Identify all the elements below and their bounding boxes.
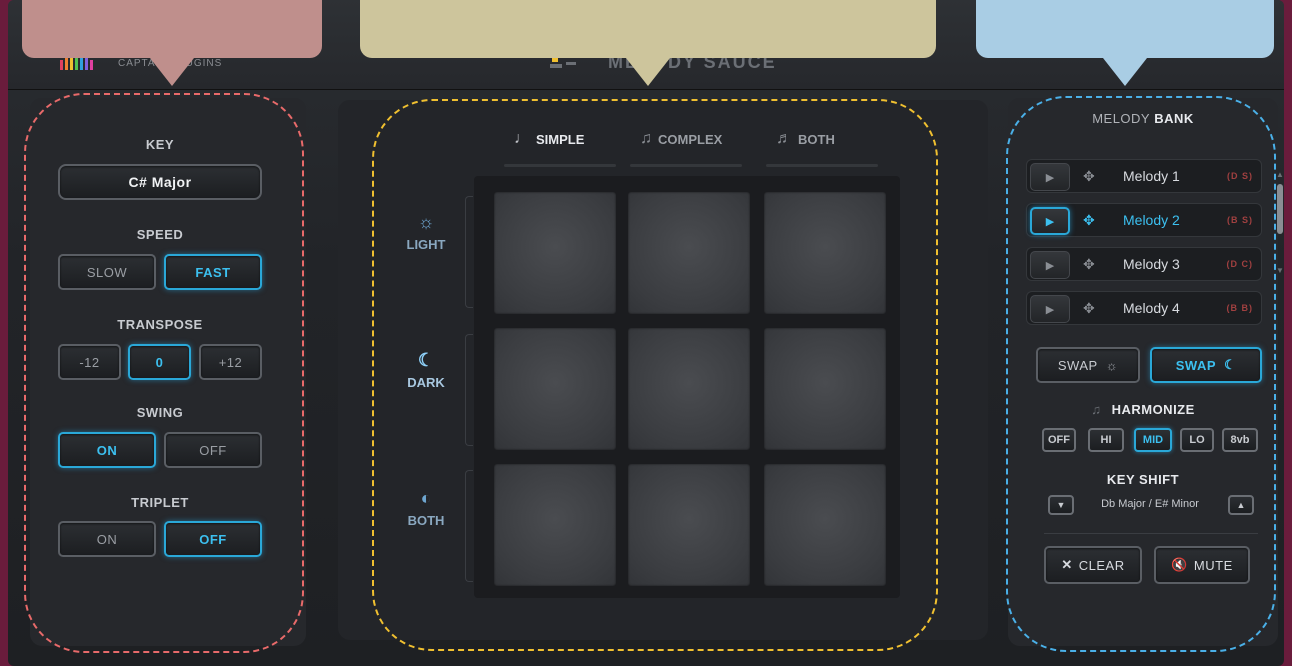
callout-middle bbox=[360, 0, 936, 58]
scroll-down-icon[interactable]: ▼ bbox=[1276, 266, 1284, 275]
scroll-up-icon[interactable]: ▲ bbox=[1276, 170, 1284, 179]
scroll-thumb[interactable] bbox=[1277, 184, 1283, 234]
highlight-middle bbox=[372, 99, 938, 651]
melody-scrollbar[interactable]: ▲ ▼ bbox=[1276, 170, 1284, 280]
highlight-right bbox=[1006, 96, 1276, 652]
callout-left bbox=[22, 0, 322, 58]
callout-right bbox=[976, 0, 1274, 58]
brand-icon bbox=[550, 58, 576, 68]
highlight-left bbox=[24, 93, 304, 653]
